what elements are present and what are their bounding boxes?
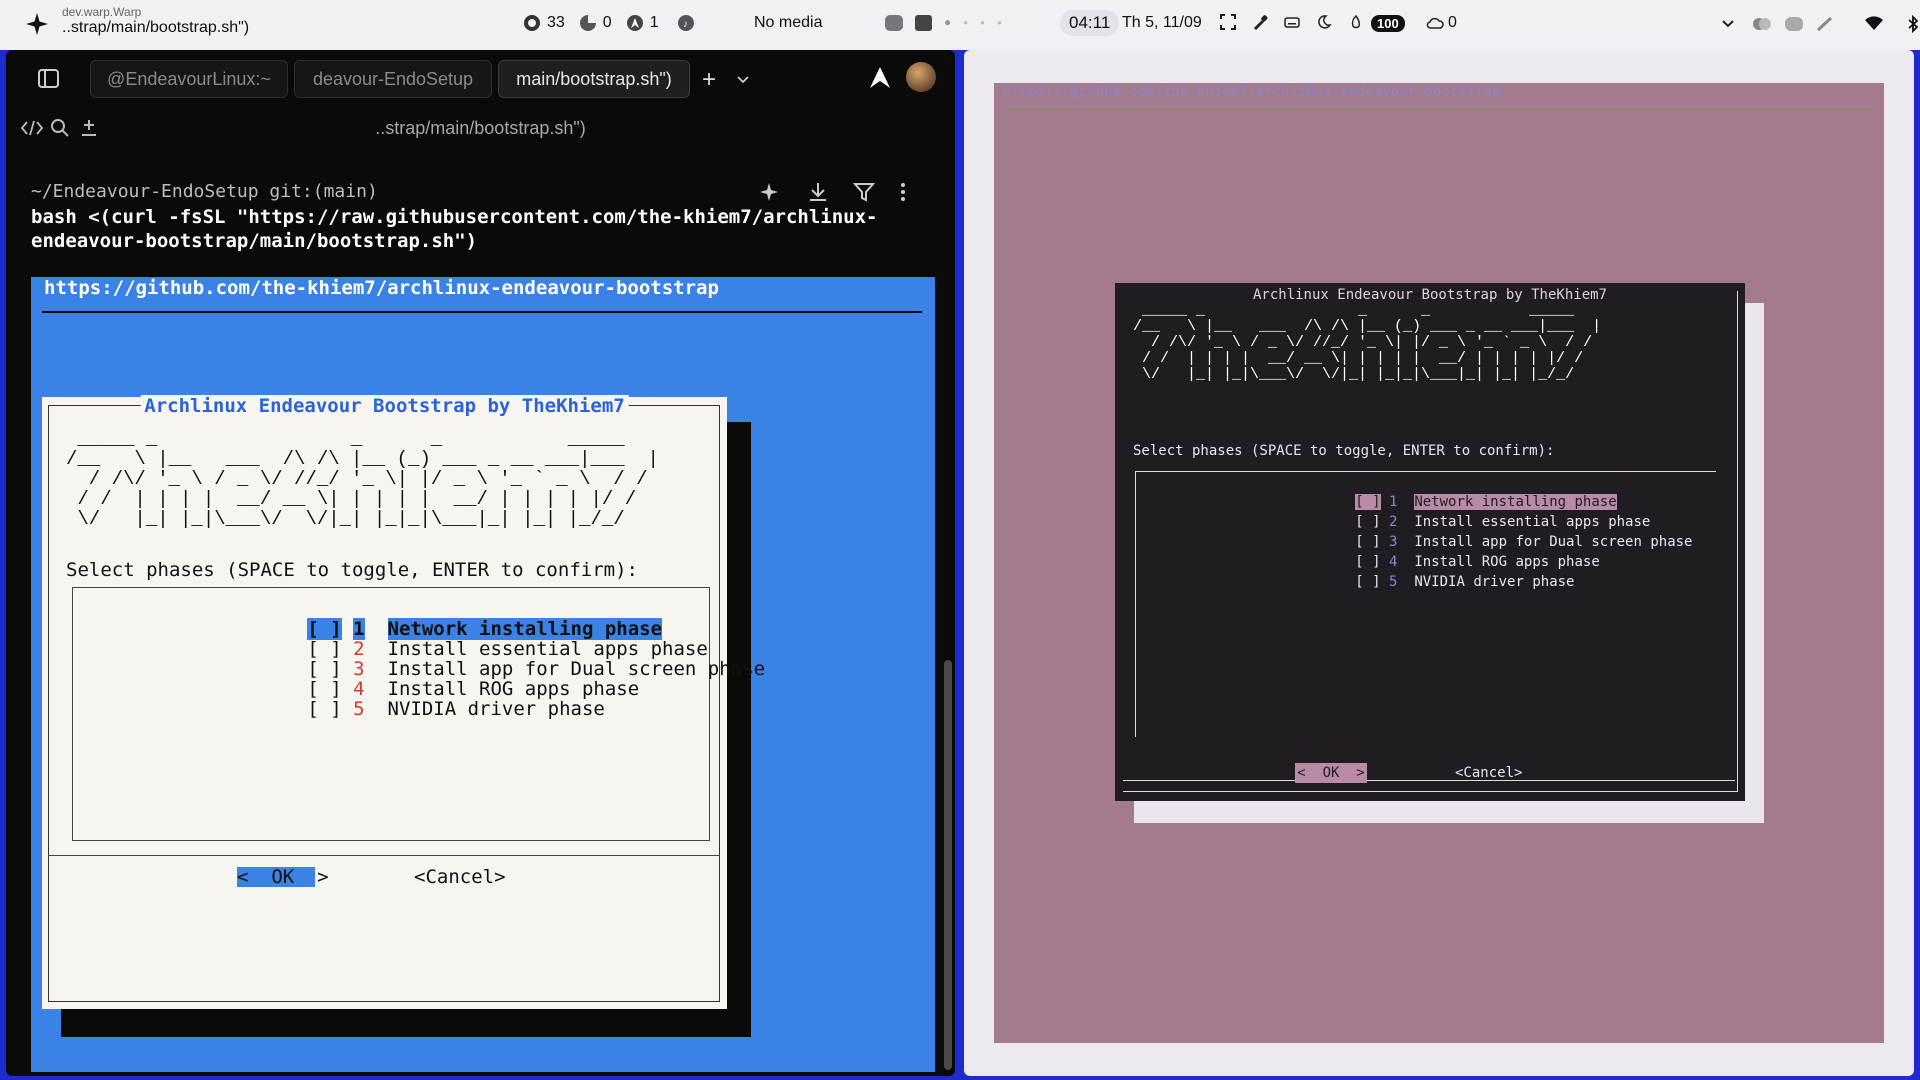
music-note-icon: ♪ — [677, 14, 695, 32]
checkbox[interactable]: [ ] — [307, 698, 341, 720]
cancel-button[interactable]: <Cancel> — [414, 867, 506, 887]
window-title: ..strap/main/bootstrap.sh") — [62, 19, 250, 36]
workspace-dot-icon[interactable]: ● — [944, 15, 951, 29]
phase-select-dialog: Archlinux Endeavour Bootstrap by TheKhie… — [42, 395, 765, 1009]
cpu-icon — [523, 14, 541, 32]
media-status[interactable]: No media — [754, 14, 822, 32]
cloud-icon — [1426, 14, 1444, 32]
dialog-title: Archlinux Endeavour Bootstrap by TheKhie… — [1252, 287, 1607, 303]
terminal-output-area[interactable]: https://github.com/the-khiem7/archlinux-… — [31, 277, 935, 1072]
date[interactable]: Th 5, 11/09 — [1122, 14, 1202, 32]
ai-sparkle-icon[interactable] — [758, 181, 780, 208]
keyboard-icon[interactable] — [1284, 14, 1302, 32]
pane-title: ..strap/main/bootstrap.sh") — [375, 118, 586, 138]
tab-endosetup[interactable]: deavour-EndoSetup — [294, 60, 492, 98]
quick-tools — [1220, 14, 1366, 32]
screenshot-region-icon[interactable] — [1220, 14, 1238, 32]
cloud-sync[interactable]: 0 — [1426, 14, 1457, 32]
bluetooth-icon[interactable] — [1906, 14, 1920, 34]
zalo-icon[interactable] — [1784, 15, 1803, 33]
tab-label: deavour-EndoSetup — [312, 68, 474, 89]
checkbox[interactable]: [ ] — [1355, 574, 1380, 590]
ok-button[interactable]: < OK > — [1295, 763, 1367, 783]
idle-inhibit-icon[interactable] — [1348, 14, 1366, 32]
active-window-info: dev.warp.Warp ..strap/main/bootstrap.sh"… — [62, 6, 249, 37]
sidebar-toggle-icon[interactable] — [38, 68, 60, 95]
workspace-indicators[interactable]: ● ● ● ● — [884, 13, 1002, 31]
window-app-id: dev.warp.Warp — [62, 5, 142, 19]
terminal-output-area[interactable]: https://github.com/the-khiem7/archlinux-… — [994, 83, 1884, 1043]
ok-button[interactable]: < OK > — [237, 867, 329, 887]
select-instructions: Select phases (SPACE to toggle, ENTER to… — [1133, 443, 1555, 459]
ascii-art-banner: _____ _ _ _ _____ /__ \ |__ ___ /\ /\ |_… — [66, 428, 659, 530]
divider — [1123, 780, 1735, 781]
system-stats[interactable]: 33 0 1 ♪ — [523, 14, 695, 32]
night-mode-icon[interactable] — [1316, 14, 1334, 32]
warp-terminal-window[interactable]: @EndeavourLinux:~ deavour-EndoSetup main… — [6, 50, 955, 1076]
workspace-2-icon[interactable] — [914, 13, 932, 31]
command-text[interactable]: bash <(curl -fsSL "https://raw.githubuse… — [31, 205, 877, 253]
checklist[interactable]: [ ] 1 Network installing phase [ ] 2 Ins… — [72, 587, 765, 841]
color-picker-icon[interactable] — [1252, 14, 1270, 32]
pen-icon[interactable] — [1816, 15, 1834, 33]
phase-select-dialog: Archlinux Endeavour Bootstrap by TheKhie… — [1115, 283, 1745, 801]
workspace-1-icon[interactable] — [884, 13, 903, 31]
item-number: 5 — [1389, 574, 1398, 590]
warp-logo-icon[interactable] — [869, 66, 891, 95]
network-value: 1 — [649, 14, 659, 31]
prompt-directory: ~/Endeavour-EndoSetup git:(main) — [31, 181, 378, 202]
memory-icon — [579, 14, 597, 32]
wifi-icon[interactable] — [1864, 15, 1883, 33]
avatar[interactable] — [906, 62, 936, 92]
svg-text:♪: ♪ — [683, 19, 688, 30]
scrollbar[interactable] — [944, 660, 952, 1070]
workspace-dot-icon[interactable]: ● — [980, 18, 985, 27]
list-item[interactable]: [ ] 5 NVIDIA driver phase — [1271, 558, 1574, 606]
network-icon — [626, 14, 644, 32]
launcher-icon[interactable] — [24, 11, 50, 37]
new-tab-button[interactable]: + — [702, 66, 716, 94]
tab-endeavourlinux[interactable]: @EndeavourLinux:~ — [90, 60, 288, 98]
memory-value: 0 — [602, 14, 612, 31]
second-terminal-window[interactable]: https://github.com/the-khiem7/archlinux-… — [964, 50, 1914, 1076]
chevron-down-icon[interactable] — [1720, 15, 1738, 33]
repo-url: https://github.com/the-khiem7/archlinux-… — [44, 277, 719, 299]
tab-label: @EndeavourLinux:~ — [107, 68, 271, 89]
item-label: NVIDIA driver phase — [1414, 574, 1575, 590]
more-options-icon[interactable] — [899, 181, 907, 208]
system-tray — [1720, 14, 1920, 34]
clock[interactable]: 04:11 — [1060, 10, 1120, 36]
filter-icon[interactable] — [852, 181, 876, 208]
tray-app-icon[interactable] — [1752, 15, 1771, 33]
item-number: 5 — [353, 698, 365, 720]
list-item[interactable]: [ ] 5 NVIDIA driver phase — [193, 676, 605, 742]
divider — [48, 855, 720, 856]
cpu-value: 33 — [547, 14, 565, 31]
repo-url: https://github.com/the-khiem7/archlinux-… — [1003, 84, 1501, 100]
workspace-dot-icon[interactable]: ● — [963, 18, 968, 27]
top-status-bar: dev.warp.Warp ..strap/main/bootstrap.sh"… — [0, 0, 1920, 50]
divider — [42, 311, 922, 313]
dialog-title: Archlinux Endeavour Bootstrap by TheKhie… — [140, 395, 629, 417]
divider — [1003, 109, 1875, 110]
cancel-button[interactable]: <Cancel> — [1455, 763, 1522, 783]
item-label: NVIDIA driver phase — [387, 698, 605, 720]
checklist[interactable]: [ ] 1 Network installing phase [ ] 2 Ins… — [1135, 471, 1716, 737]
battery-badge[interactable]: 100 — [1371, 15, 1405, 32]
cloud-count: 0 — [1448, 14, 1457, 31]
chevron-down-icon[interactable] — [737, 72, 749, 90]
download-icon[interactable] — [807, 181, 829, 208]
select-instructions: Select phases (SPACE to toggle, ENTER to… — [66, 559, 638, 581]
ascii-art-banner: _____ _ _ _ _____ /__ \ |__ ___ /\ /\ |_… — [1133, 302, 1602, 383]
tab-label: main/bootstrap.sh") — [516, 68, 672, 89]
workspace-dot-icon[interactable]: ● — [997, 18, 1002, 27]
tab-bootstrap[interactable]: main/bootstrap.sh") — [498, 60, 690, 98]
